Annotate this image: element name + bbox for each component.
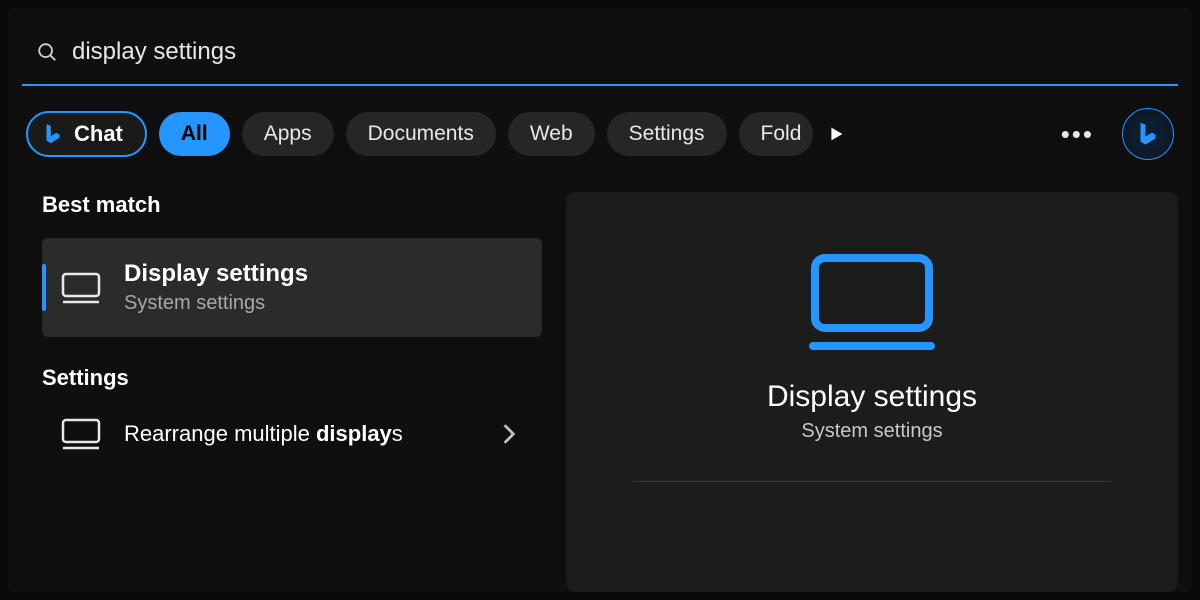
display-icon xyxy=(60,417,102,451)
bing-icon xyxy=(40,121,66,147)
settings-result-rearrange[interactable]: Rearrange multiple displays xyxy=(42,403,542,465)
filter-tab-web[interactable]: Web xyxy=(508,112,595,156)
best-match-result[interactable]: Display settings System settings xyxy=(42,238,542,337)
search-icon xyxy=(36,41,58,63)
divider xyxy=(633,481,1110,482)
detail-panel: Display settings System settings xyxy=(566,192,1178,592)
settings-result-label: Rearrange multiple displays xyxy=(124,420,403,449)
display-icon xyxy=(807,252,937,352)
result-subtitle: System settings xyxy=(124,292,308,315)
chat-button[interactable]: Chat xyxy=(26,111,147,157)
scroll-right-icon[interactable] xyxy=(825,123,847,145)
filter-tab-settings[interactable]: Settings xyxy=(607,112,727,156)
results-column: Best match Display settings System setti… xyxy=(22,192,542,592)
detail-subtitle: System settings xyxy=(801,420,942,443)
search-input[interactable] xyxy=(72,38,1164,66)
filter-tab-apps[interactable]: Apps xyxy=(242,112,334,156)
section-best-match-label: Best match xyxy=(42,192,542,218)
detail-title: Display settings xyxy=(767,380,977,414)
bing-badge-button[interactable] xyxy=(1122,108,1174,160)
result-title: Display settings xyxy=(124,260,308,288)
filter-tab-documents[interactable]: Documents xyxy=(346,112,496,156)
chevron-right-icon xyxy=(502,423,516,445)
search-bar xyxy=(22,28,1178,86)
bing-icon xyxy=(1133,119,1163,149)
more-options-button[interactable]: ••• xyxy=(1061,121,1094,147)
filter-row: Chat All Apps Documents Web Settings Fol… xyxy=(22,108,1178,160)
display-icon xyxy=(60,271,102,305)
section-settings-label: Settings xyxy=(42,365,542,391)
filter-tab-all[interactable]: All xyxy=(159,112,230,156)
chat-label: Chat xyxy=(74,121,123,147)
filter-tab-folders[interactable]: Fold xyxy=(739,112,814,156)
